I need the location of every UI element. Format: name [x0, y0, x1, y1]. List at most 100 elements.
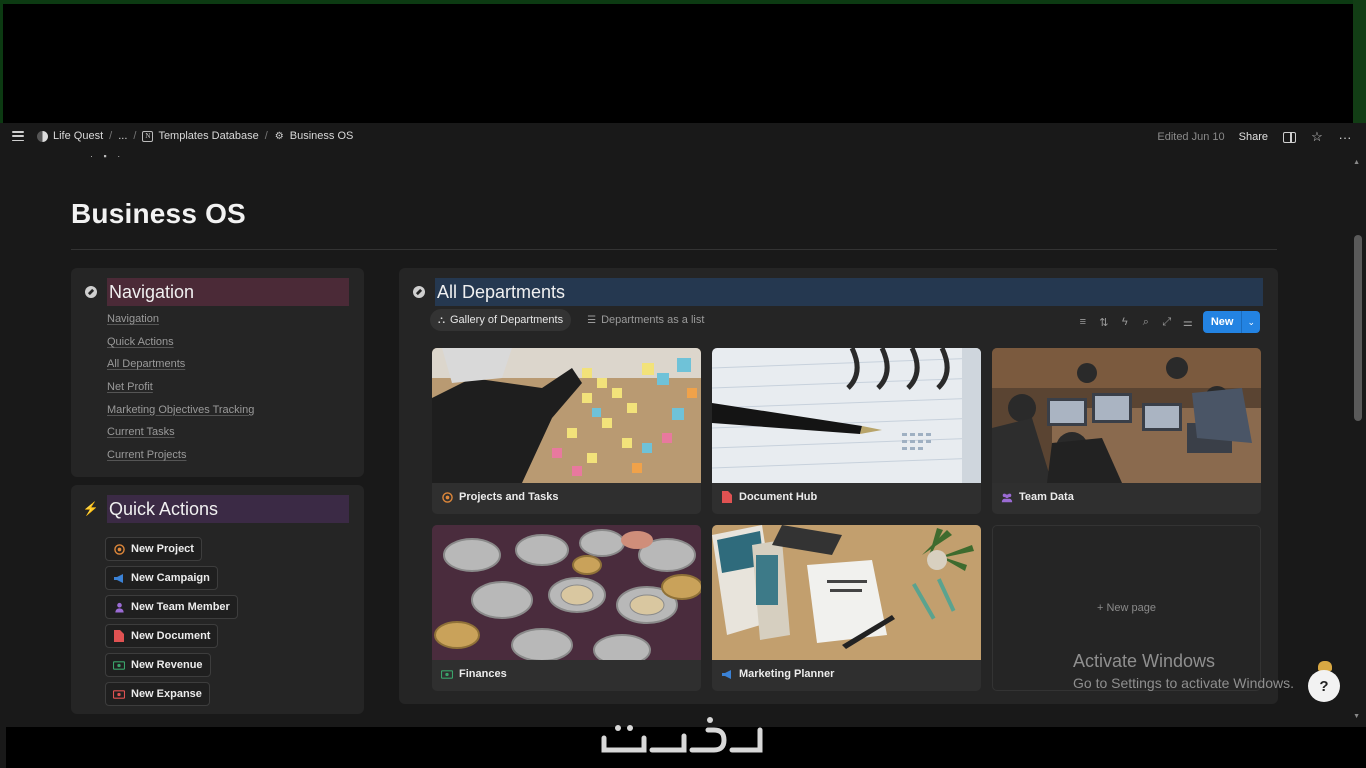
new-expanse-button[interactable]: New Expanse [105, 682, 210, 706]
departments-title: All Departments [435, 278, 1263, 306]
window-edge [0, 0, 1366, 4]
watermark-subtitle: Go to Settings to activate Windows. [1073, 675, 1294, 691]
breadcrumb-label: ... [118, 130, 128, 142]
nav-link-current-projects[interactable]: Current Projects [107, 449, 254, 466]
card-caption: Finances [441, 668, 507, 680]
more-icon[interactable]: ··· [1338, 130, 1352, 145]
card-title: Document Hub [739, 491, 818, 503]
search-icon[interactable]: ⌕ [1140, 316, 1152, 328]
chevron-down-icon[interactable]: ⌄ [1242, 317, 1260, 328]
money-icon [441, 668, 453, 680]
button-label: New Team Member [131, 601, 230, 613]
new-page-text: New page [1106, 602, 1157, 614]
departments-panel: All Departments ⛬ Gallery of Departments… [399, 268, 1278, 704]
automation-icon[interactable]: ϟ [1119, 316, 1131, 328]
settings-icon[interactable]: ⚌ [1182, 316, 1194, 329]
cover-image [712, 525, 981, 660]
breadcrumb-templates-database[interactable]: N Templates Database [142, 130, 259, 142]
list-icon: ☰ [587, 314, 597, 326]
compass-icon [85, 286, 97, 298]
tab-departments-list[interactable]: ☰ Departments as a list [579, 309, 712, 331]
nav-link-net-profit[interactable]: Net Profit [107, 381, 254, 398]
topbar: Life Quest / ... / N Templates Database … [0, 123, 1366, 151]
lightning-icon: ⚡ [82, 501, 100, 516]
money-icon [113, 688, 125, 700]
button-label: New Expanse [131, 688, 202, 700]
nav-link-all-departments[interactable]: All Departments [107, 358, 254, 375]
departments-heading: All Departments [413, 278, 1263, 306]
sort-icon[interactable]: ⇅ [1098, 316, 1110, 329]
department-gallery: Projects and Tasks Document Hub Team Dat… [432, 348, 1261, 691]
compass-icon [413, 286, 425, 298]
new-document-button[interactable]: New Document [105, 624, 219, 648]
button-label: New Campaign [131, 572, 210, 584]
share-button[interactable]: Share [1239, 131, 1268, 143]
notion-icon: N [142, 130, 154, 142]
document-icon [113, 630, 125, 642]
filter-icon[interactable]: ≡ [1077, 316, 1089, 328]
sidebar-panel-icon[interactable] [1282, 130, 1296, 144]
megaphone-icon [113, 572, 125, 584]
site-logo [600, 716, 766, 765]
card-title: Team Data [1019, 491, 1074, 503]
tab-gallery-of-departments[interactable]: ⛬ Gallery of Departments [430, 309, 572, 331]
star-icon[interactable]: ☆ [1310, 129, 1324, 144]
breadcrumb-label: Life Quest [53, 130, 104, 142]
life-quest-icon [37, 130, 48, 142]
cover-image [712, 348, 981, 483]
expand-icon[interactable]: ⤢ [1161, 316, 1173, 328]
card-caption: Document Hub [721, 491, 817, 503]
breadcrumb-ellipsis[interactable]: ... [118, 130, 127, 142]
navigation-title: Navigation [107, 278, 349, 306]
new-campaign-button[interactable]: New Campaign [105, 566, 218, 590]
scrollbar-thumb[interactable] [1354, 235, 1362, 421]
menu-icon[interactable] [12, 131, 24, 141]
quick-actions-heading: ⚡ Quick Actions [82, 495, 349, 523]
new-project-button[interactable]: New Project [105, 537, 202, 561]
gallery-card-team-data[interactable]: Team Data [992, 348, 1261, 514]
nav-link-navigation[interactable]: Navigation [107, 313, 254, 330]
navigation-links: Navigation Quick Actions All Departments… [107, 313, 254, 466]
target-icon [441, 491, 453, 503]
cover-image [992, 348, 1261, 483]
cover-image [432, 348, 701, 483]
breadcrumb-life-quest[interactable]: Life Quest [37, 130, 103, 142]
gallery-card-marketing-planner[interactable]: Marketing Planner [712, 525, 981, 691]
card-caption: Marketing Planner [721, 668, 834, 680]
card-caption: Projects and Tasks [441, 491, 558, 503]
quick-actions-title: Quick Actions [107, 495, 349, 523]
notion-app: Life Quest / ... / N Templates Database … [0, 123, 1366, 727]
page-title: Business OS [71, 198, 246, 229]
help-icon: ? [1319, 677, 1329, 695]
breadcrumb-separator: / [133, 130, 137, 142]
view-tabs: ⛬ Gallery of Departments ☰ Departments a… [430, 309, 712, 331]
divider [71, 249, 1277, 250]
nav-link-quick-actions[interactable]: Quick Actions [107, 336, 254, 353]
breadcrumb-business-os[interactable]: ⚙ Business OS [274, 130, 354, 142]
new-revenue-button[interactable]: New Revenue [105, 653, 211, 677]
page-icon-fragment: · ▪ · [90, 151, 125, 161]
new-record-button[interactable]: New ⌄ [1202, 311, 1260, 333]
activate-windows-watermark: Activate Windows Go to Settings to activ… [1073, 651, 1294, 691]
gallery-card-finances[interactable]: Finances [432, 525, 701, 691]
gallery-icon: ⛬ [438, 314, 445, 326]
help-button[interactable]: ? [1308, 670, 1340, 702]
breadcrumb-label: Templates Database [158, 130, 259, 142]
button-label: New Project [131, 543, 194, 555]
person-icon [113, 601, 125, 613]
document-icon [721, 491, 733, 503]
edited-timestamp: Edited Jun 10 [1157, 131, 1225, 143]
megaphone-icon [721, 668, 733, 680]
gallery-card-projects-and-tasks[interactable]: Projects and Tasks [432, 348, 701, 514]
gallery-card-document-hub[interactable]: Document Hub [712, 348, 981, 514]
quick-action-buttons: New Project New Campaign New Team Member… [105, 537, 238, 706]
nav-link-marketing-objectives[interactable]: Marketing Objectives Tracking [107, 404, 254, 421]
money-icon [113, 659, 125, 671]
scroll-down-arrow[interactable]: ▼ [1353, 713, 1360, 720]
scroll-up-arrow[interactable]: ▲ [1353, 159, 1360, 166]
people-icon [1001, 491, 1013, 503]
nav-link-current-tasks[interactable]: Current Tasks [107, 426, 254, 443]
new-team-member-button[interactable]: New Team Member [105, 595, 238, 619]
frame-edge [0, 727, 6, 768]
gear-icon: ⚙ [274, 130, 284, 142]
